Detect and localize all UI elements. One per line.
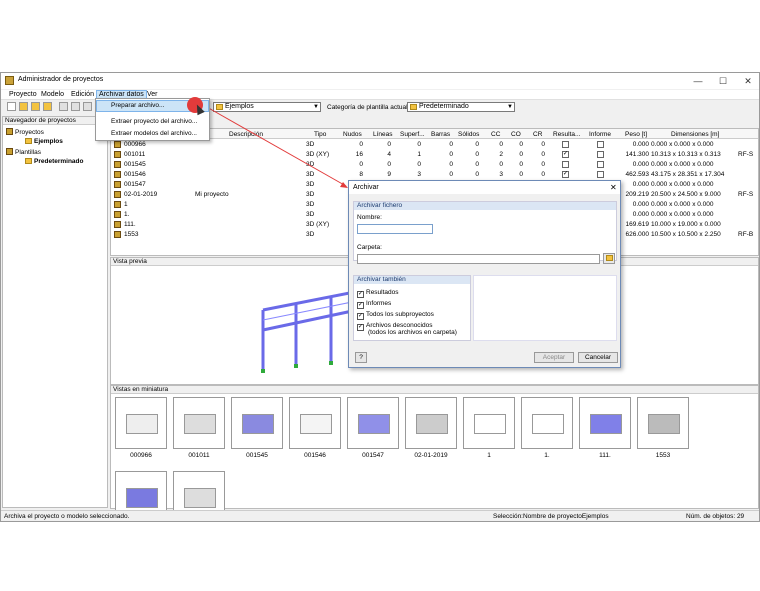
- archive-also-spacer: [473, 275, 617, 341]
- accept-button[interactable]: Aceptar: [534, 352, 574, 363]
- help-icon[interactable]: ?: [355, 352, 367, 363]
- folder-label: Carpeta:: [357, 244, 382, 251]
- check-archivos-desconocidos-note: (todos los archivos en carpeta): [368, 329, 457, 336]
- browse-folder-button[interactable]: [603, 253, 615, 264]
- menu-item-extraer-proyecto[interactable]: Extraer proyecto del archivo...: [97, 117, 208, 127]
- folder-icon: [606, 255, 613, 261]
- check-informes[interactable]: ✓ Informes: [357, 300, 391, 309]
- dialog-close-icon[interactable]: ✕: [610, 183, 617, 192]
- dialog-title: Archivar: [349, 181, 620, 194]
- check-resultados[interactable]: ✓ Resultados: [357, 289, 399, 298]
- menu-item-extraer-modelos[interactable]: Extraer modelos del archivo...: [97, 129, 208, 139]
- archive-file-group: Archivar fichero Nombre: Carpeta:: [353, 201, 617, 264]
- check-subproyectos[interactable]: ✓ Todos los subproyectos: [357, 311, 434, 320]
- archive-file-group-title: Archivar fichero: [354, 202, 616, 210]
- archive-also-group-title: Archivar también: [354, 276, 470, 284]
- archive-dialog: Archivar ✕ Archivar fichero Nombre: Carp…: [348, 180, 621, 368]
- archive-also-group: Archivar también ✓ Resultados ✓ Informes ✓…: [353, 275, 471, 341]
- cancel-button[interactable]: Cancelar: [578, 352, 618, 363]
- name-input[interactable]: [357, 224, 433, 234]
- name-label: Nombre:: [357, 214, 382, 221]
- folder-input[interactable]: [357, 254, 600, 264]
